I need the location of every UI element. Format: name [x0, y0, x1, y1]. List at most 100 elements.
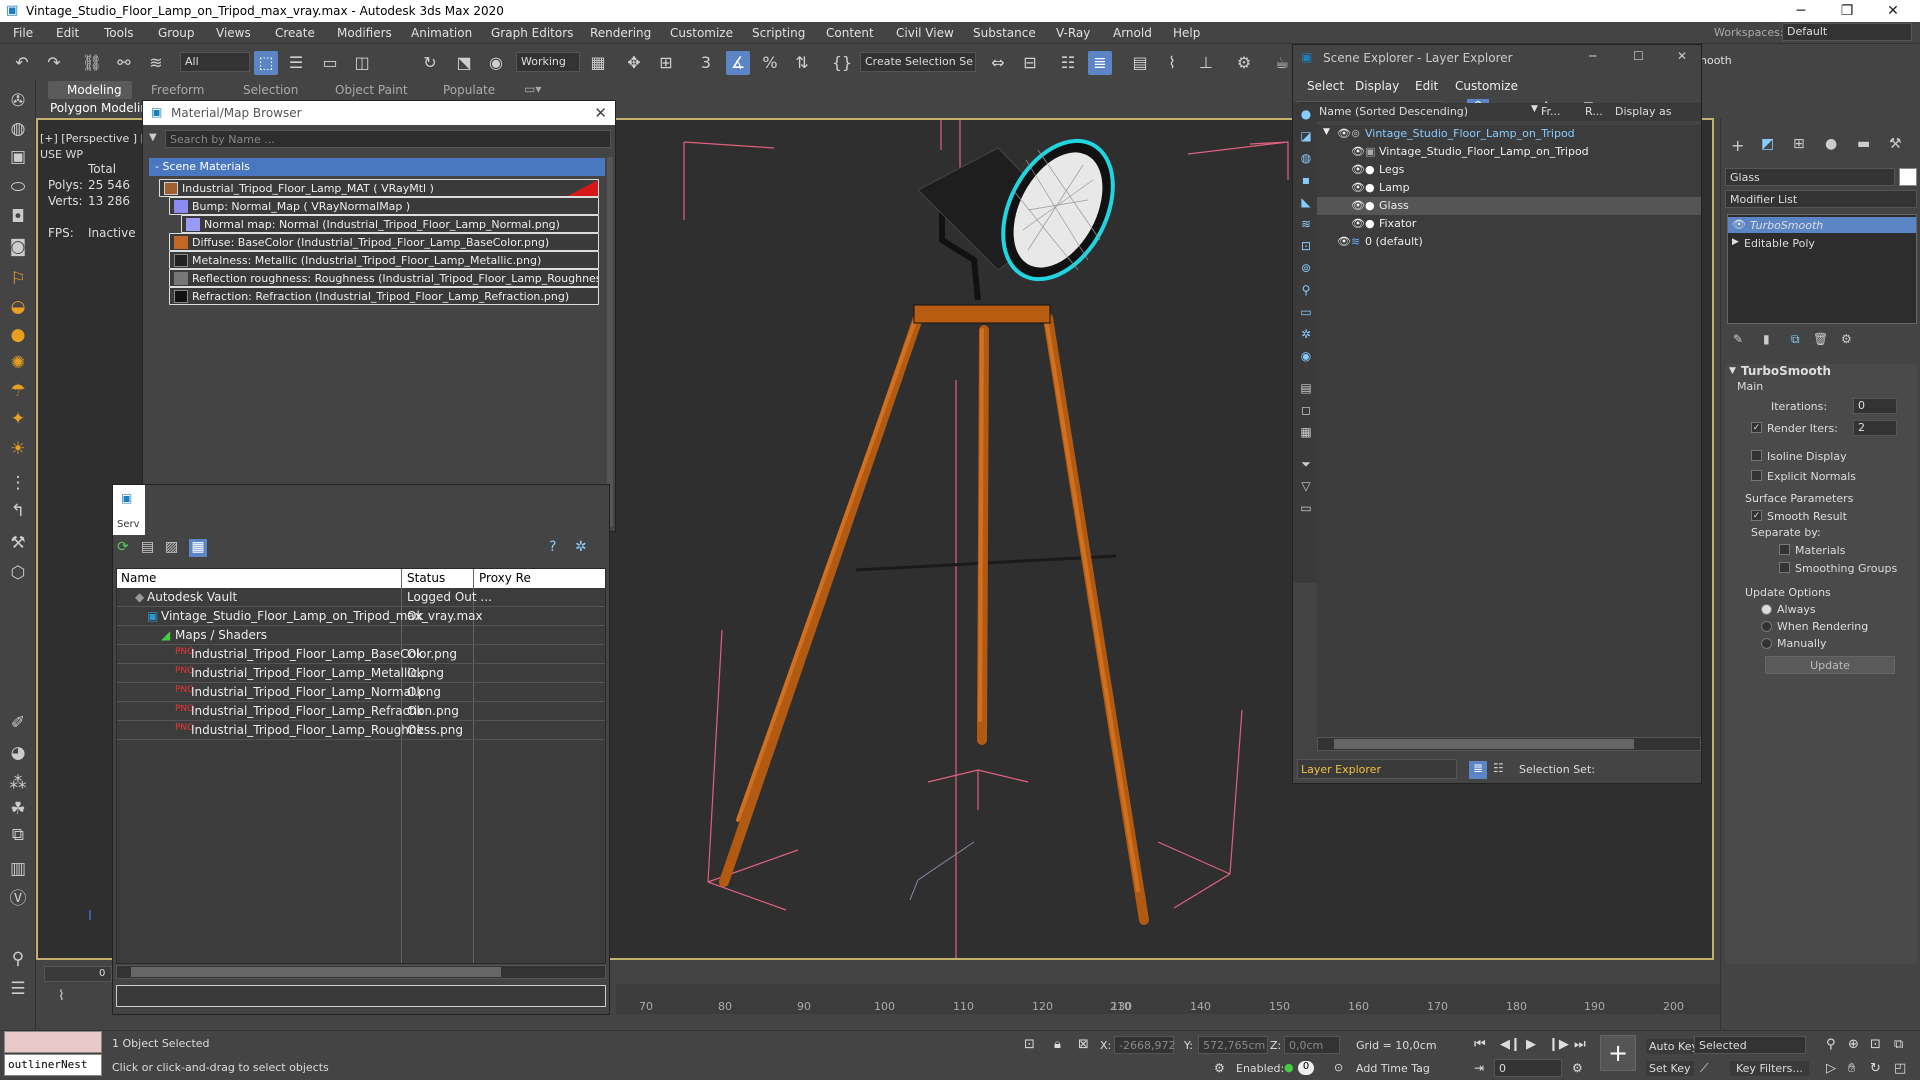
close-icon[interactable]: ✕	[594, 104, 607, 122]
column-name[interactable]: Name	[121, 571, 156, 585]
rotate-icon[interactable]: ↻	[418, 51, 442, 75]
menu-file[interactable]: File	[13, 26, 33, 40]
scene-menu-select[interactable]: Select	[1307, 79, 1344, 93]
refresh-icon[interactable]: ⟳	[117, 539, 129, 555]
hierarchy-tab-icon[interactable]: ⊞	[1793, 136, 1805, 152]
group-filter-icon[interactable]: ⊡	[1297, 239, 1315, 257]
menu-animation[interactable]: Animation	[411, 26, 472, 40]
geometry-filter-icon[interactable]: ●	[1297, 107, 1315, 125]
zoom-extents-all-icon[interactable]: ⧉	[1894, 1037, 1903, 1052]
camera-icon[interactable]: ◙	[5, 234, 31, 260]
list-view-icon[interactable]: ▤	[141, 539, 154, 555]
stack-item[interactable]: ▶ Editable Poly	[1728, 235, 1916, 251]
maxscript-listener-pink[interactable]	[4, 1031, 102, 1053]
search-input[interactable]: Search by Name ...	[165, 130, 611, 148]
map-row[interactable]: Metalness: Metallic (Industrial_Tripod_F…	[169, 251, 599, 269]
rollout-title[interactable]: TurboSmooth	[1741, 364, 1831, 378]
menu-tools[interactable]: Tools	[104, 26, 134, 40]
object-icon[interactable]: ◘	[5, 204, 31, 230]
column-name[interactable]: Name (Sorted Descending)	[1319, 105, 1468, 118]
play-icon[interactable]: ▶	[1526, 1037, 1536, 1052]
motion-tab-icon[interactable]: ●	[1825, 136, 1837, 152]
field-of-view-icon[interactable]: ▷	[1826, 1061, 1836, 1076]
enabled-toggle[interactable]: 0	[1298, 1061, 1314, 1075]
always-radio[interactable]	[1761, 604, 1772, 615]
torus-icon[interactable]: ✺	[5, 350, 31, 376]
iterations-spinner[interactable]: 0	[1853, 398, 1897, 414]
column-frozen[interactable]: Fr...	[1541, 105, 1561, 118]
key-set-dropdown[interactable]: Selected	[1694, 1036, 1806, 1054]
undo-icon[interactable]: ↶	[10, 51, 34, 75]
shape-icon[interactable]: ⬡	[5, 560, 31, 586]
table-row[interactable]: ◢ Maps / Shaders	[117, 626, 605, 645]
adaptive-degradation-icon[interactable]: ⚙	[1214, 1061, 1225, 1075]
render-iters-spinner[interactable]: 2	[1853, 420, 1897, 436]
visibility-filter-icon[interactable]: ◉	[1297, 349, 1315, 367]
schematic-view-icon[interactable]: ⊥	[1194, 51, 1218, 75]
zoom-all-icon[interactable]: ⊕	[1848, 1037, 1859, 1052]
move-icon[interactable]: ✥	[622, 51, 646, 75]
table-row[interactable]: ▣ Vintage_Studio_Floor_Lamp_on_Tripod_ma…	[117, 607, 605, 626]
pivot-center-icon[interactable]: ▦	[586, 51, 610, 75]
teapot-icon[interactable]: ✦	[5, 406, 31, 432]
region-select-icon[interactable]: ▭	[318, 51, 342, 75]
remove-modifier-icon[interactable]: 🗑︎	[1813, 332, 1828, 346]
camera-filter-icon[interactable]: ▪	[1297, 173, 1315, 191]
mirror-icon[interactable]: ⇔	[986, 51, 1010, 75]
search-options-icon[interactable]: ▼	[149, 132, 157, 143]
material-row[interactable]: Industrial_Tripod_Floor_Lamp_MAT ( VRayM…	[159, 179, 599, 197]
show-end-result-icon[interactable]: ▮	[1763, 332, 1770, 346]
workspace-dropdown[interactable]: Default	[1782, 23, 1912, 41]
display-tab-icon[interactable]: ▬	[1857, 136, 1870, 152]
menu-edit[interactable]: Edit	[56, 26, 79, 40]
minimize-button[interactable]: ─	[1589, 49, 1596, 63]
list-icon[interactable]: ☰	[5, 976, 31, 1002]
pin-stack-icon[interactable]: ✎	[1733, 332, 1743, 346]
container-filter-icon[interactable]: ▭	[1297, 305, 1315, 323]
layers-toggle-icon[interactable]: ≣	[1469, 761, 1487, 779]
tab-populate[interactable]: Populate	[443, 83, 495, 97]
scene-toggle-icon[interactable]: ☷	[1493, 761, 1504, 775]
asset-path-field[interactable]	[116, 985, 606, 1007]
tab-freeform[interactable]: Freeform	[151, 83, 204, 97]
material-browser-scrollbar[interactable]	[607, 157, 613, 527]
tab-modeling[interactable]: Modeling	[67, 83, 122, 97]
spotlight-icon[interactable]: ☂	[5, 378, 31, 404]
particles-icon[interactable]: ⁂	[5, 770, 31, 796]
expand-arrow-icon[interactable]: ▶	[1732, 237, 1739, 247]
minimize-button[interactable]: ─	[1778, 0, 1824, 22]
isoline-checkbox[interactable]	[1751, 450, 1762, 461]
box-icon[interactable]: ▣	[5, 144, 31, 170]
selection-lock-icon[interactable]: 🔒︎	[1054, 1037, 1061, 1052]
tree-row-layer[interactable]: ▼ 👁︎ ⊚ Vintage_Studio_Floor_Lamp_on_Trip…	[1317, 125, 1701, 143]
settings-icon[interactable]: ✲	[575, 539, 587, 555]
toggle-layer-explorer-icon[interactable]: ≣	[1088, 51, 1112, 75]
menu-content[interactable]: Content	[826, 26, 874, 40]
isolate-icon[interactable]: ⊡	[1024, 1037, 1035, 1052]
link-icon[interactable]: ⛓	[80, 51, 104, 75]
set-key-big-icon[interactable]: +	[1600, 1035, 1636, 1071]
window-crossing-icon[interactable]: ◫	[350, 51, 374, 75]
map-row[interactable]: Diffuse: BaseColor (Industrial_Tripod_Fl…	[169, 233, 599, 251]
table-row[interactable]: PNG Industrial_Tripod_Floor_Lamp_Refract…	[117, 702, 605, 721]
menu-rendering[interactable]: Rendering	[590, 26, 651, 40]
selection-filter-dropdown[interactable]: All	[180, 52, 250, 72]
update-button[interactable]: Update	[1765, 656, 1895, 674]
particle-filter-icon[interactable]: ✲	[1297, 327, 1315, 345]
scene-menu-edit[interactable]: Edit	[1415, 79, 1438, 93]
table-row[interactable]: ◆ Autodesk Vault Logged Out ...	[117, 588, 605, 607]
scrollbar-thumb[interactable]	[1334, 739, 1634, 749]
maximize-viewport-icon[interactable]: ◰	[1894, 1061, 1906, 1076]
menu-customize[interactable]: Customize	[670, 26, 733, 40]
visibility-eye-icon[interactable]: 👁︎	[1351, 145, 1365, 158]
x-coordinate-field[interactable]: -2668,972	[1114, 1036, 1175, 1054]
tab-selection[interactable]: Selection	[243, 83, 298, 97]
menu-group[interactable]: Group	[158, 26, 195, 40]
modify-tab-icon[interactable]: ◩	[1761, 136, 1774, 152]
explicit-normals-checkbox[interactable]	[1751, 470, 1762, 481]
funnel-add-icon[interactable]: ▽	[1297, 479, 1315, 497]
orbit-icon[interactable]: ✇	[5, 88, 31, 114]
visibility-eye-icon[interactable]: 👁︎	[1351, 217, 1365, 230]
bone-filter-icon[interactable]: ⚲	[1297, 283, 1315, 301]
select-object-icon[interactable]: ⬚	[254, 51, 278, 75]
